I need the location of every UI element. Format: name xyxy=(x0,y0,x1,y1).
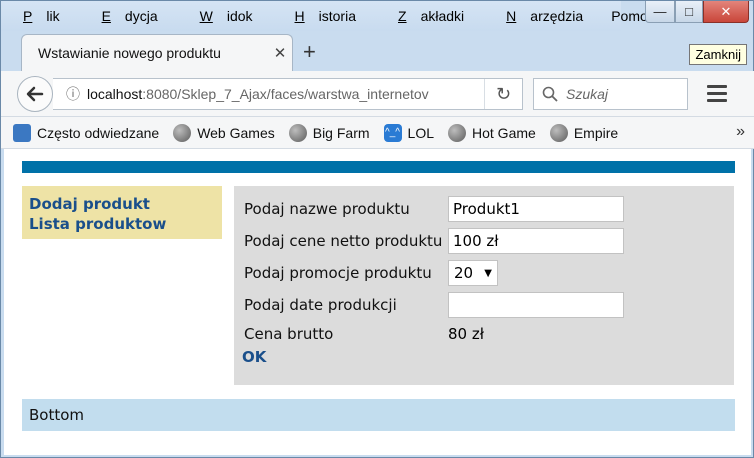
bookmark-label: Hot Game xyxy=(472,124,536,141)
date-label: Podaj date produkcji xyxy=(244,296,397,314)
row-promo: Podaj promocje produktu 20 ▼ xyxy=(244,260,498,286)
back-button[interactable] xyxy=(17,76,53,112)
bookmark-label: Web Games xyxy=(197,124,275,141)
promo-select-value: 20 xyxy=(454,264,474,282)
globe-icon xyxy=(448,123,466,142)
sidebar: Dodaj produkt Lista produktow xyxy=(22,186,222,239)
bookmark-item[interactable]: Empire xyxy=(549,123,619,142)
tab-close-icon[interactable]: ✕ xyxy=(268,44,292,62)
sidebar-link-add-product[interactable]: Dodaj produkt xyxy=(29,194,215,214)
info-icon[interactable]: ⓘ xyxy=(59,84,87,104)
ok-button[interactable]: OK xyxy=(242,348,266,366)
menu-item-text: dycja xyxy=(124,8,158,24)
url-bar[interactable]: ⓘ localhost:8080/Sklep_7_Ajax/faces/wars… xyxy=(53,78,523,110)
bookmark-item[interactable]: Hot Game xyxy=(448,123,536,142)
new-tab-icon[interactable]: + xyxy=(303,39,316,65)
url-text: localhost:8080/Sklep_7_Ajax/faces/warstw… xyxy=(87,86,447,102)
search-input[interactable]: Szukaj xyxy=(533,78,688,110)
menu-item-text: istoria xyxy=(318,8,356,24)
menu-item-3[interactable]: Historia xyxy=(281,8,370,24)
reload-icon[interactable]: ↻ xyxy=(484,79,522,109)
bookmarks-bar: Często odwiedzane Web Games Big Farm ^_^ LOL… xyxy=(1,117,754,149)
date-input[interactable] xyxy=(448,292,624,318)
bookmark-item[interactable]: Często odwiedzane xyxy=(13,123,160,142)
tab-active[interactable]: Wstawianie nowego produktu ✕ xyxy=(21,34,293,71)
chevron-down-icon: ▼ xyxy=(484,267,492,279)
bookmark-label: LOL xyxy=(407,124,434,141)
menu-item-text: W xyxy=(199,8,213,24)
menu-item-text: P xyxy=(23,8,33,24)
tab-strip: Wstawianie nowego produktu ✕ + xyxy=(1,31,754,71)
search-page-icon xyxy=(13,123,31,142)
menu-item-text: Z xyxy=(398,8,407,24)
hamburger-menu-icon[interactable] xyxy=(707,85,727,106)
row-date: Podaj date produkcji xyxy=(244,292,624,318)
menu-bar: Plik Edycja Widok Historia Zakładki Narzędzia… xyxy=(1,1,669,31)
menu-item-text: idok xyxy=(226,8,253,24)
menu-item-0[interactable]: Plik xyxy=(9,8,74,24)
more-bookmarks-icon[interactable]: » xyxy=(736,123,745,141)
menu-item-text: Pomo xyxy=(611,8,648,24)
product-form: Podaj nazwe produktu Produkt1 Podaj cene… xyxy=(234,186,734,385)
menu-item-text: H xyxy=(294,8,305,24)
menu-item-2[interactable]: Widok xyxy=(186,8,267,24)
menu-item-text: lik xyxy=(46,8,60,24)
name-input[interactable]: Produkt1 xyxy=(448,196,624,222)
nav-bar: ⓘ localhost:8080/Sklep_7_Ajax/faces/wars… xyxy=(1,71,754,117)
globe-icon xyxy=(288,123,307,142)
price-label: Podaj cene netto produktu xyxy=(244,232,443,250)
header-stripe xyxy=(22,161,735,173)
menu-item-text: akładki xyxy=(420,8,465,24)
gross-value: 80 zł xyxy=(448,325,484,343)
url-path: :8080/Sklep_7_Ajax/faces/warstwa_interne… xyxy=(142,86,429,102)
gross-label: Cena brutto xyxy=(244,325,334,343)
name-label: Podaj nazwe produktu xyxy=(244,200,410,218)
menu-item-text: arzędzia xyxy=(530,8,584,24)
promo-select[interactable]: 20 ▼ xyxy=(448,260,498,286)
bookmark-label: Empire xyxy=(573,124,619,141)
lol-icon: ^_^ xyxy=(383,123,402,142)
row-gross: Cena brutto 80 zł xyxy=(244,321,484,347)
search-icon xyxy=(542,86,558,102)
tab-title: Wstawianie nowego produktu xyxy=(38,45,221,61)
close-window-icon[interactable]: ✕ xyxy=(703,1,749,23)
bookmark-item[interactable]: Big Farm xyxy=(288,123,370,142)
footer: Bottom xyxy=(22,399,735,431)
menu-item-text: N xyxy=(506,8,517,24)
browser-window: Plik Edycja Widok Historia Zakładki Narzędzia… xyxy=(0,0,754,458)
sidebar-link-product-list[interactable]: Lista produktow xyxy=(29,214,215,234)
promo-label: Podaj promocje produktu xyxy=(244,264,432,282)
menu-item-4[interactable]: Zakładki xyxy=(384,8,478,24)
price-input[interactable]: 100 zł xyxy=(448,228,624,254)
url-host: localhost xyxy=(87,86,143,102)
bookmark-item[interactable]: ^_^ LOL xyxy=(383,123,434,142)
globe-icon xyxy=(173,123,192,142)
menu-item-1[interactable]: Edycja xyxy=(88,8,172,24)
page-content: Dodaj produkt Lista produktow Podaj nazw… xyxy=(4,149,751,455)
maximize-icon[interactable]: □ xyxy=(675,1,703,23)
minimize-icon[interactable]: — xyxy=(645,1,675,23)
menu-item-5[interactable]: Narzędzia xyxy=(492,8,597,24)
menu-item-text: E xyxy=(101,8,111,24)
bookmark-item[interactable]: Web Games xyxy=(173,123,275,142)
bookmark-label: Big Farm xyxy=(312,124,370,141)
row-price: Podaj cene netto produktu 100 zł xyxy=(244,228,624,254)
window-controls: — □ ✕ xyxy=(645,1,749,27)
row-name: Podaj nazwe produktu Produkt1 xyxy=(244,196,624,222)
globe-icon xyxy=(549,123,568,142)
search-placeholder: Szukaj xyxy=(566,86,609,102)
bookmark-label: Często odwiedzane xyxy=(37,124,160,141)
back-arrow-icon xyxy=(26,86,44,102)
